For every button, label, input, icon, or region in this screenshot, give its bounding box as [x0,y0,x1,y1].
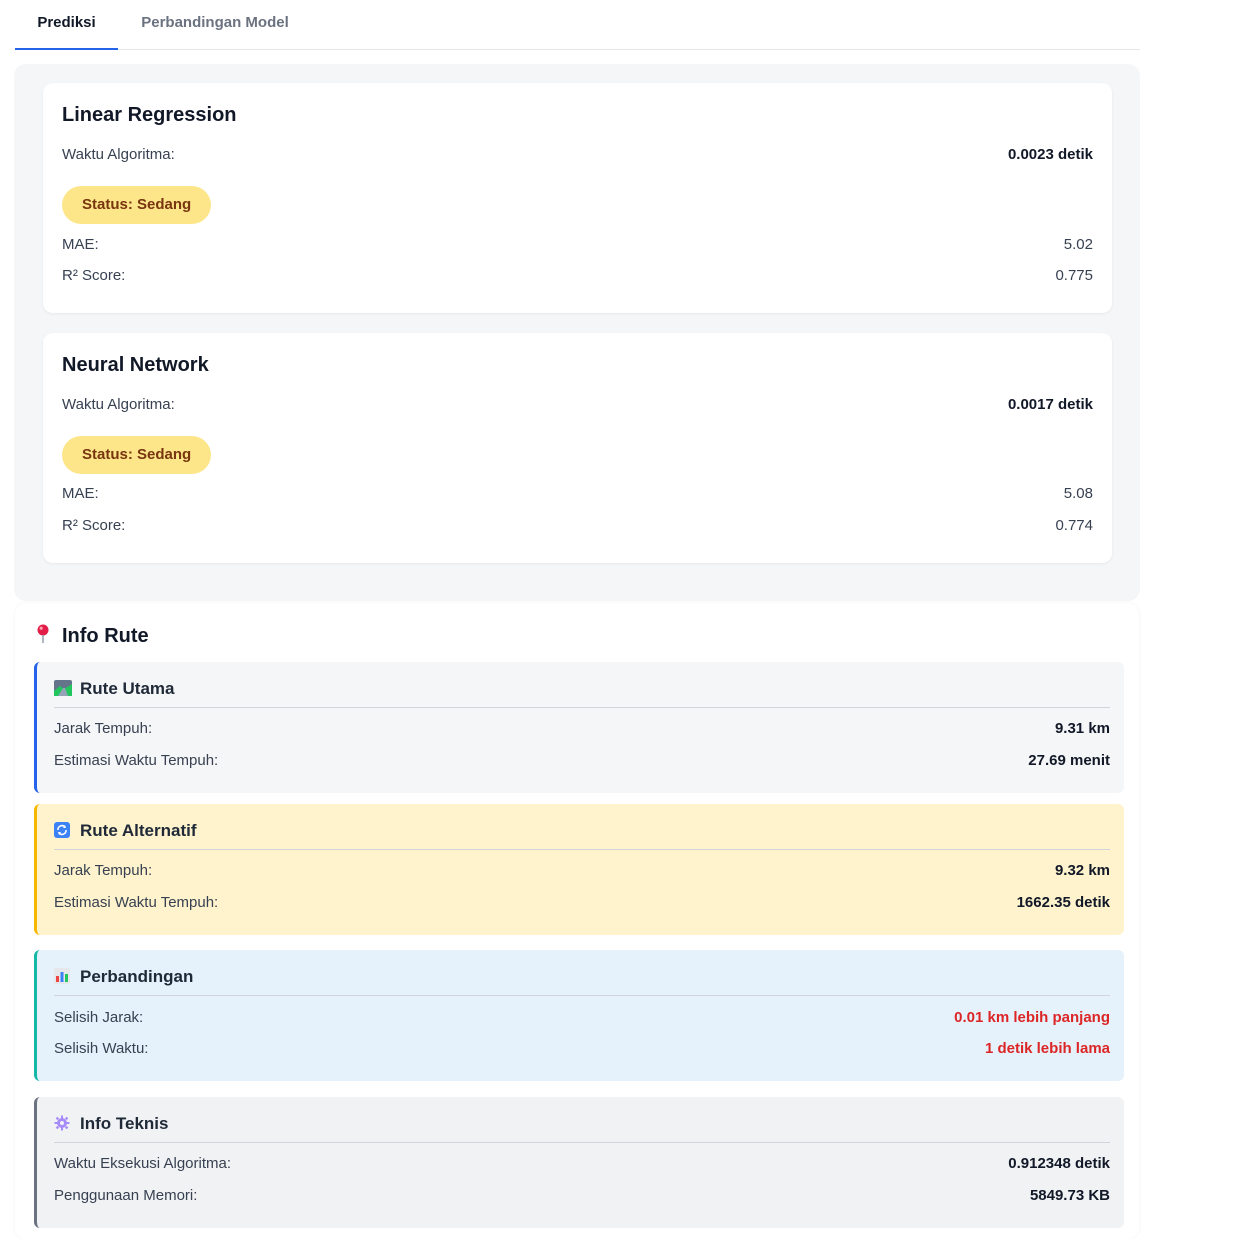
mae-row: MAE: 5.02 [62,236,1093,256]
mae-value: 5.02 [1063,236,1093,253]
route-info-heading: Info Rute [36,624,149,650]
mae-row: MAE: 5.08 [62,485,1093,505]
route-info-panel: Info Rute Rute Utama Jarak Tempuh: 9.31 … [15,603,1139,1239]
r2-label: R² Score: [62,517,126,534]
section-header: Info Teknis [54,1097,1110,1143]
distance-row: Jarak Tempuh: 9.32 km [54,862,1110,882]
section-title: Info Teknis [80,1114,169,1133]
distance-value: 9.32 km [1054,862,1110,879]
execution-time-row: Waktu Eksekusi Algoritma: 0.912348 detik [54,1155,1110,1175]
r2-value: 0.775 [1055,267,1093,284]
memory-usage-row: Penggunaan Memori: 5849.73 KB [54,1187,1110,1207]
model-card-neural-network: Neural Network Waktu Algoritma: 0.0017 d… [43,333,1112,563]
section-title: Rute Utama [80,679,175,698]
technical-info-section: Info Teknis Waktu Eksekusi Algoritma: 0.… [34,1097,1124,1228]
distance-diff-row: Selisih Jarak: 0.01 km lebih panjang [54,1009,1110,1029]
travel-time-label: Estimasi Waktu Tempuh: [54,894,219,911]
section-header: Rute Utama [54,662,1110,708]
model-card-linear-regression: Linear Regression Waktu Algoritma: 0.002… [43,83,1112,313]
tab-bar: Prediksi Perbandingan Model [15,0,1140,50]
algorithm-time-row: Waktu Algoritma: 0.0017 detik [62,396,1093,416]
execution-time-value: 0.912348 detik [1008,1155,1110,1172]
distance-value: 9.31 km [1054,720,1110,737]
execution-time-label: Waktu Eksekusi Algoritma: [54,1155,232,1172]
section-header: Perbandingan [54,950,1110,996]
distance-label: Jarak Tempuh: [54,862,153,879]
status-badge: Status: Sedang [62,436,212,474]
model-title: Neural Network [62,354,209,376]
memory-usage-label: Penggunaan Memori: [54,1187,198,1204]
travel-time-label: Estimasi Waktu Tempuh: [54,752,219,769]
time-diff-row: Selisih Waktu: 1 detik lebih lama [54,1040,1110,1060]
distance-diff-value: 0.01 km lebih panjang [954,1009,1110,1026]
map-icon [54,680,72,696]
travel-time-row: Estimasi Waktu Tempuh: 1662.35 detik [54,894,1110,914]
algorithm-time-label: Waktu Algoritma: [62,396,175,413]
tab-perbandingan-model[interactable]: Perbandingan Model [127,0,303,48]
bar-chart-icon [54,968,72,984]
r2-row: R² Score: 0.774 [62,517,1093,537]
distance-label: Jarak Tempuh: [54,720,153,737]
r2-value: 0.774 [1055,517,1093,534]
refresh-icon [54,822,72,838]
pin-icon [36,624,52,650]
section-header: Rute Alternatif [54,804,1110,850]
comparison-section: Perbandingan Selisih Jarak: 0.01 km lebi… [34,950,1124,1081]
alternative-route-section: Rute Alternatif Jarak Tempuh: 9.32 km Es… [34,804,1124,935]
mae-value: 5.08 [1063,485,1093,502]
model-results-panel: Linear Regression Waktu Algoritma: 0.002… [14,64,1140,601]
algorithm-time-row: Waktu Algoritma: 0.0023 detik [62,146,1093,166]
distance-diff-label: Selisih Jarak: [54,1009,144,1026]
algorithm-time-value: 0.0023 detik [1007,146,1093,163]
algorithm-time-label: Waktu Algoritma: [62,146,175,163]
model-title: Linear Regression [62,104,237,126]
main-route-section: Rute Utama Jarak Tempuh: 9.31 km Estimas… [34,662,1124,793]
time-diff-value: 1 detik lebih lama [984,1040,1110,1057]
r2-label: R² Score: [62,267,126,284]
section-title: Rute Alternatif [80,821,197,840]
r2-row: R² Score: 0.775 [62,267,1093,287]
page: Prediksi Perbandingan Model Linear Regre… [0,0,1246,1239]
algorithm-time-value: 0.0017 detik [1007,396,1093,413]
travel-time-value: 27.69 menit [1028,752,1110,769]
travel-time-value: 1662.35 detik [1016,894,1110,911]
memory-usage-value: 5849.73 KB [1029,1187,1110,1204]
mae-label: MAE: [62,485,99,502]
section-title: Perbandingan [80,967,194,986]
mae-label: MAE: [62,236,99,253]
status-badge: Status: Sedang [62,186,212,224]
travel-time-row: Estimasi Waktu Tempuh: 27.69 menit [54,752,1110,772]
time-diff-label: Selisih Waktu: [54,1040,149,1057]
distance-row: Jarak Tempuh: 9.31 km [54,720,1110,740]
gear-icon [54,1115,72,1131]
route-info-title: Info Rute [62,625,149,647]
tab-prediksi[interactable]: Prediksi [15,0,118,50]
